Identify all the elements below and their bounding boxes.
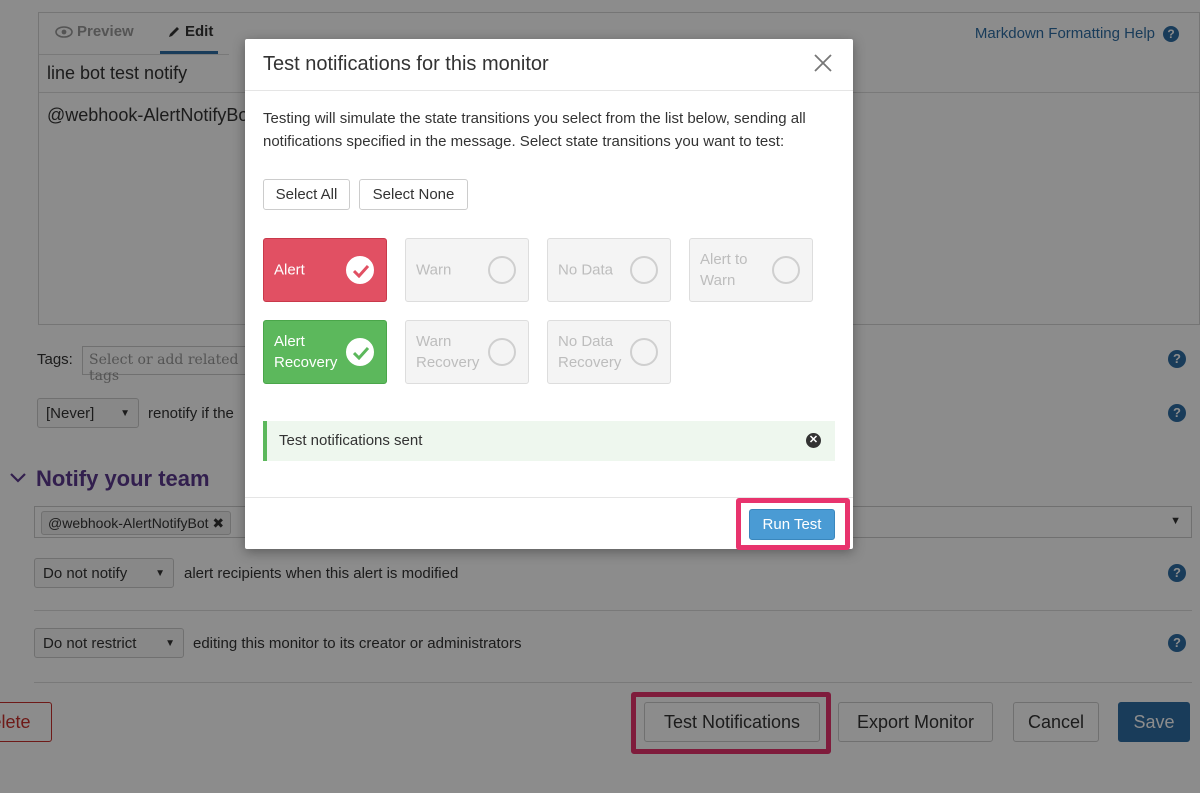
success-message: Test notifications sent ✕ bbox=[263, 421, 835, 461]
check-circle-icon bbox=[346, 338, 374, 366]
state-label: Alert to Warn bbox=[700, 251, 748, 289]
select-all-button[interactable]: Select All bbox=[263, 179, 350, 210]
unchecked-circle-icon bbox=[488, 256, 516, 284]
unchecked-circle-icon bbox=[630, 256, 658, 284]
modal-header: Test notifications for this monitor bbox=[245, 39, 853, 91]
state-warn[interactable]: Warn bbox=[405, 238, 529, 302]
check-circle-icon bbox=[346, 256, 374, 284]
unchecked-circle-icon bbox=[772, 256, 800, 284]
state-alert-recovery[interactable]: Alert Recovery bbox=[263, 320, 387, 384]
state-warn-recovery[interactable]: Warn Recovery bbox=[405, 320, 529, 384]
test-notifications-modal: Test notifications for this monitor Test… bbox=[245, 39, 853, 550]
state-label: Alert Recovery bbox=[274, 333, 338, 371]
state-no-data[interactable]: No Data bbox=[547, 238, 671, 302]
state-no-data-recovery[interactable]: No Data Recovery bbox=[547, 320, 671, 384]
unchecked-circle-icon bbox=[630, 338, 658, 366]
highlight-run-test bbox=[736, 498, 850, 550]
x-circle-icon[interactable]: ✕ bbox=[806, 433, 821, 448]
select-none-button[interactable]: Select None bbox=[359, 179, 468, 210]
modal-title: Test notifications for this monitor bbox=[263, 53, 549, 75]
state-label: No Data Recovery bbox=[558, 333, 622, 371]
close-icon[interactable] bbox=[813, 53, 833, 73]
state-label: Warn bbox=[416, 261, 452, 279]
success-message-text: Test notifications sent bbox=[279, 432, 423, 449]
state-alert-to-warn[interactable]: Alert to Warn bbox=[689, 238, 813, 302]
state-label: No Data bbox=[558, 261, 614, 279]
modal-description: Testing will simulate the state transiti… bbox=[263, 110, 806, 150]
state-label: Alert bbox=[274, 261, 305, 279]
unchecked-circle-icon bbox=[488, 338, 516, 366]
state-label: Warn Recovery bbox=[416, 333, 480, 371]
state-alert[interactable]: Alert bbox=[263, 238, 387, 302]
